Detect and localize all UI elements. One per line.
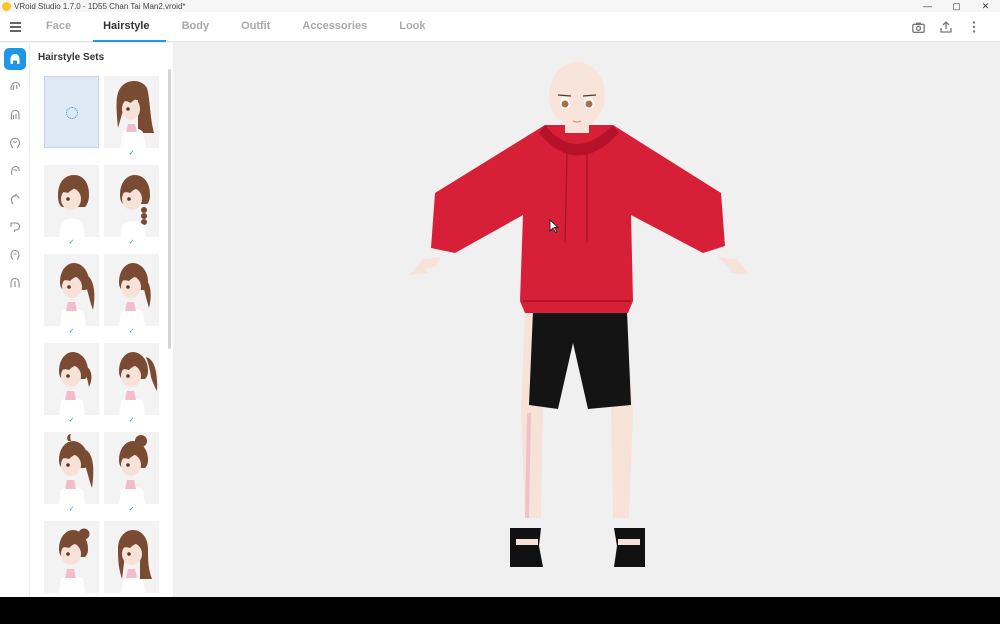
hairstyle-thumb-side-ponytail[interactable] — [44, 343, 99, 415]
tab-hairstyle[interactable]: Hairstyle — [87, 12, 167, 42]
base-hair-icon[interactable] — [4, 104, 26, 126]
hairstyle-thumb-short-bob[interactable] — [44, 165, 99, 237]
hairstyle-thumb-loading[interactable] — [44, 76, 99, 148]
avatar-model — [408, 62, 749, 567]
vroid-app-icon — [2, 1, 11, 11]
panel-title: Hairstyle Sets — [38, 52, 105, 63]
more-vertical-icon[interactable] — [966, 19, 982, 35]
hairstyle-check-icon: ✓ — [128, 328, 135, 335]
hairstyle-sets-panel: Hairstyle Sets ✓ ✓ ✓ ✓ ✓ ✓ ✓ ✓ ✓ — [30, 43, 173, 597]
hairstyle-check-icon: ✓ — [68, 239, 75, 246]
hairstyle-check-icon: ✓ — [128, 239, 135, 246]
close-button[interactable]: ✕ — [971, 0, 1000, 12]
hairstyle-thumb-low-ponytail[interactable] — [104, 254, 159, 326]
hamburger-menu-icon[interactable] — [10, 22, 21, 34]
ahoge-icon[interactable] — [4, 188, 26, 210]
hairstyle-thumb-high-ponytail[interactable] — [104, 343, 159, 415]
tab-face[interactable]: Face — [30, 12, 87, 42]
export-icon[interactable] — [938, 19, 954, 35]
hairstyle-check-icon: ✓ — [128, 150, 135, 157]
panel-scrollbar[interactable] — [168, 69, 171, 349]
mouse-cursor-icon — [549, 218, 560, 238]
side-hair-icon[interactable] — [4, 160, 26, 182]
hairstyle-thumb-side-bun[interactable] — [44, 521, 99, 593]
hair-tips-icon[interactable] — [4, 244, 26, 266]
3d-model-viewport[interactable] — [173, 43, 1000, 597]
hair-category-sidebar — [0, 43, 30, 597]
top-menu-bar: Face Hairstyle Body Outfit Accessories L… — [0, 12, 1000, 42]
hairstyle-thumb-layered-long[interactable] — [104, 521, 159, 593]
loading-spinner-icon — [66, 107, 78, 119]
hairstyle-check-icon: ✓ — [68, 417, 75, 424]
camera-icon[interactable] — [910, 19, 926, 35]
title-bar: VRoid Studio 1.7.0 - 1D55 Chan Tai Man2.… — [0, 0, 1000, 12]
tab-look[interactable]: Look — [383, 12, 441, 42]
maximize-button[interactable]: ▢ — [942, 0, 971, 12]
back-hair-icon[interactable] — [4, 132, 26, 154]
hairstyle-thumb-side-braid[interactable] — [104, 165, 159, 237]
tab-body[interactable]: Body — [166, 12, 226, 42]
hairstyle-thumb-ahoge-ponytail[interactable] — [44, 432, 99, 504]
main-tabs: Face Hairstyle Body Outfit Accessories L… — [30, 12, 442, 42]
minimize-button[interactable]: — — [913, 0, 942, 12]
front-hair-icon[interactable] — [4, 76, 26, 98]
window-title: VRoid Studio 1.7.0 - 1D55 Chan Tai Man2.… — [14, 1, 186, 11]
toolbar-actions — [910, 19, 982, 35]
hair-accessory-icon[interactable] — [4, 272, 26, 294]
tab-outfit[interactable]: Outfit — [225, 12, 286, 42]
hairstyle-check-icon: ✓ — [68, 506, 75, 513]
hairstyle-check-icon: ✓ — [68, 328, 75, 335]
vroid-studio-window: VRoid Studio 1.7.0 - 1D55 Chan Tai Man2.… — [0, 0, 1000, 597]
window-controls: — ▢ ✕ — [913, 0, 1000, 12]
hairstyle-thumb-twin-tails[interactable] — [44, 254, 99, 326]
hairstyle-thumb-bun[interactable] — [104, 432, 159, 504]
tab-accessories[interactable]: Accessories — [286, 12, 383, 42]
hairstyle-thumb-long-straight[interactable] — [104, 76, 159, 148]
extra-hair-icon[interactable] — [4, 216, 26, 238]
hairstyle-set-icon[interactable] — [4, 48, 26, 70]
hairstyle-check-icon: ✓ — [128, 417, 135, 424]
hairstyle-check-icon: ✓ — [128, 506, 135, 513]
